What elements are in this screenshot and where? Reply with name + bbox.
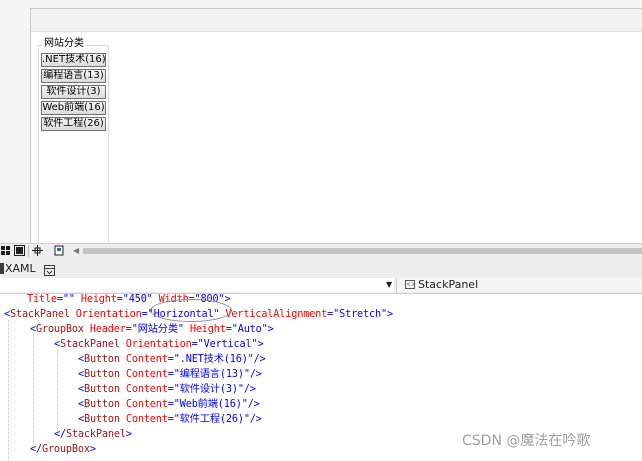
code-token: Button: [83, 414, 120, 425]
code-line: <StackPanel Orientation="Horizontal" Ver…: [4, 307, 393, 322]
snap-lines-icon[interactable]: [32, 245, 43, 256]
code-token: />: [247, 399, 260, 410]
code-token: ="软件设计(3)": [167, 384, 244, 395]
code-token: ="网站分类": [125, 324, 184, 335]
code-token: >: [224, 294, 231, 305]
code-token: Button: [83, 369, 120, 380]
code-token: />: [243, 384, 256, 395]
code-token: Height: [80, 294, 117, 305]
code-line: </StackPanel>: [54, 427, 132, 442]
code-token: ="Vertical": [191, 339, 258, 350]
code-token: Content: [119, 384, 168, 395]
code-token: ="Horizontal": [141, 309, 220, 320]
button-software-design[interactable]: 软件设计(3): [41, 85, 106, 99]
scroll-left-icon[interactable]: ◀: [73, 245, 79, 257]
code-token: ="800": [188, 294, 225, 305]
groupbox-header: 网站分类: [42, 38, 86, 50]
code-token: ="450": [116, 294, 159, 305]
code-token: Orientation: [69, 309, 142, 320]
code-token: Content: [119, 369, 168, 380]
code-token: ="Stretch": [327, 309, 387, 320]
code-token: </: [54, 429, 66, 440]
code-token: Header: [83, 324, 126, 335]
code-token: GroupBox: [35, 324, 84, 335]
code-token: Content: [119, 399, 168, 410]
code-line: <StackPanel Orientation="Vertical">: [54, 337, 264, 352]
button-stackpanel: .NET技术(16) 编程语言(13) 软件设计(3) Web前端(16) 软件…: [41, 53, 106, 133]
code-token: >: [257, 339, 264, 350]
toolbar-separator: [28, 245, 29, 257]
code-token: ="编程语言(13)": [167, 369, 250, 380]
code-token: >: [125, 429, 132, 440]
element-scope-dropdown[interactable]: [0, 278, 394, 292]
code-token: Button: [83, 354, 120, 365]
code-line: <GroupBox Header="网站分类" Height="Auto">: [30, 322, 274, 337]
groupbox: 网站分类 .NET技术(16) 编程语言(13) 软件设计(3) Web前端(1…: [38, 38, 109, 244]
code-token: StackPanel: [9, 309, 70, 320]
code-token: Orientation: [119, 339, 192, 350]
code-token: =".NET技术(16)": [167, 354, 254, 365]
tab-xaml[interactable]: XAML: [5, 261, 36, 276]
code-token: >: [386, 309, 393, 320]
button-software-engineering[interactable]: 软件工程(26): [41, 117, 106, 131]
code-token: >: [267, 324, 274, 335]
code-token: Content: [119, 414, 168, 425]
watermark: CSDN @魔法在吟歌: [462, 433, 591, 449]
display-icon[interactable]: [54, 245, 65, 256]
current-element-label: StackPanel: [418, 278, 479, 291]
code-token: Title: [27, 294, 57, 305]
indent-guide: [8, 320, 9, 461]
code-line: <Button Content=".NET技术(16)"/>: [78, 352, 266, 367]
designer-toolbar: ◀: [0, 243, 642, 259]
element-icon: <>: [405, 280, 417, 289]
code-token: Content: [119, 354, 168, 365]
code-token: ="Auto": [225, 324, 268, 335]
code-token: VerticalAlignment: [219, 309, 328, 320]
code-token: />: [249, 414, 262, 425]
code-token: Button: [83, 384, 120, 395]
code-line: </GroupBox>: [30, 442, 96, 457]
code-token: >: [89, 444, 96, 455]
code-token: ="": [56, 294, 81, 305]
grid-icon[interactable]: [0, 245, 11, 256]
code-token: />: [249, 369, 262, 380]
code-token: ="软件工程(26)": [167, 414, 250, 425]
indent-guide: [33, 335, 34, 446]
split-view-bar: XAML: [0, 259, 642, 278]
code-line: <Button Content="编程语言(13)"/>: [78, 367, 262, 382]
button-web-frontend[interactable]: Web前端(16): [41, 101, 106, 115]
chevron-down-icon[interactable]: ▼: [386, 279, 392, 291]
code-line: Title="" Height="450" Width="800">: [27, 292, 231, 307]
code-token: </: [30, 444, 42, 455]
indent-guide: [57, 350, 58, 431]
horizontal-scrollbar-thumb[interactable]: [83, 248, 642, 254]
code-token: Width: [158, 294, 189, 305]
code-line: <Button Content="软件工程(26)"/>: [78, 412, 262, 427]
code-token: />: [253, 354, 266, 365]
code-token: ="Web前端(16)": [167, 399, 248, 410]
window-titlebar: [31, 9, 642, 32]
code-token: Height: [183, 324, 226, 335]
code-line: <Button Content="Web前端(16)"/>: [78, 397, 260, 412]
window-preview: 网站分类 .NET技术(16) 编程语言(13) 软件设计(3) Web前端(1…: [30, 8, 642, 244]
code-token: StackPanel: [65, 429, 126, 440]
xaml-pane-marker: [0, 263, 4, 274]
code-token: Button: [83, 399, 120, 410]
swap-panes-icon[interactable]: [44, 261, 55, 276]
snap-grid-icon[interactable]: [14, 245, 25, 256]
button-net-tech[interactable]: .NET技术(16): [41, 53, 106, 67]
code-token: GroupBox: [41, 444, 90, 455]
code-token: StackPanel: [59, 339, 120, 350]
button-programming-language[interactable]: 编程语言(13): [41, 69, 106, 83]
code-line: <Button Content="软件设计(3)"/>: [78, 382, 256, 397]
